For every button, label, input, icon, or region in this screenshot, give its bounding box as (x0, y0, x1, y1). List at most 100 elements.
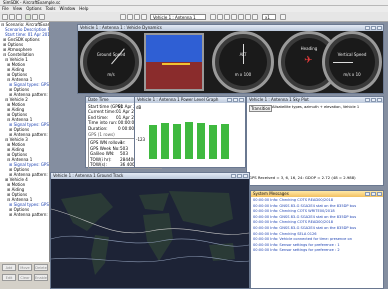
menu-item-window[interactable]: Window (58, 6, 78, 11)
needle (243, 44, 244, 64)
power-icon[interactable] (245, 14, 251, 20)
continent-europe (139, 193, 169, 211)
edit-button[interactable]: Edit (2, 274, 16, 281)
continent-north-america (61, 193, 113, 231)
pointer-icon[interactable] (120, 14, 126, 20)
enable-button[interactable]: Enable (34, 274, 48, 281)
move-button[interactable]: Move (18, 264, 32, 271)
power-bar (185, 122, 193, 159)
ground-track-window[interactable]: Vehicle 1 : Antenna 1 Ground Track (50, 172, 250, 289)
maximize-icon[interactable] (371, 192, 376, 196)
zoom-in-icon[interactable] (127, 14, 133, 20)
minimize-icon[interactable] (227, 98, 232, 102)
maximize-icon[interactable] (371, 26, 376, 30)
window-titlebar[interactable]: Vehicle 1 : Antenna 1 Power Level Graph (135, 97, 245, 103)
row-label: Duration: (88, 125, 108, 131)
run-icon[interactable] (25, 14, 31, 20)
horizon-marker (162, 63, 190, 65)
power-bar (221, 124, 229, 159)
message-line: 00:00:00 Info: Sensor settings for prefe… (253, 248, 340, 253)
transition-button[interactable]: Transition (249, 105, 273, 112)
maximize-icon[interactable] (371, 98, 376, 102)
maximize-icon[interactable] (237, 174, 242, 178)
y-tick-label: -123 (136, 137, 146, 142)
help-icon[interactable] (280, 14, 286, 20)
power-bar (209, 125, 217, 159)
window-title: Vehicle 1 : Antenna 1 : Vehicle Dynamics (80, 25, 162, 30)
window-title: System Messages (253, 191, 289, 196)
tree-button-panel: Add Move Delete Edit Clear Enable (0, 262, 50, 289)
messages-list[interactable]: 00:00:00 Info: Checking COTS READ00/2018… (251, 197, 383, 255)
sky-icon[interactable] (238, 14, 244, 20)
toolbar: Vehicle 1 : Antenna 1 x1 (0, 12, 388, 22)
close-icon[interactable] (377, 98, 382, 102)
vehicle-select[interactable]: Vehicle 1 : Antenna 1 (150, 14, 206, 20)
menu-item-options[interactable]: Options (24, 6, 43, 11)
close-icon[interactable] (377, 192, 382, 196)
maximize-icon[interactable] (233, 98, 238, 102)
zoom-out-icon[interactable] (134, 14, 140, 20)
zoom-select[interactable]: x1 (262, 14, 276, 20)
pause-icon[interactable] (32, 14, 38, 20)
sky-plot-description: Allsatellite types, azimuth + elevation,… (272, 105, 360, 109)
save-icon[interactable] (16, 14, 22, 20)
add-button[interactable]: Add (2, 264, 16, 271)
needle (333, 62, 353, 63)
window-title: Vehicle 1 : Antenna 1 Sky Plot (249, 97, 309, 102)
window-title: Date Time (88, 97, 109, 102)
ground-speed-gauge: Ground Speed m/s (80, 31, 142, 93)
gauge-unit: m/s (107, 72, 115, 77)
close-icon[interactable] (377, 26, 382, 30)
window-title: Vehicle 1 : Antenna 1 Ground Track (53, 173, 124, 178)
delete-button[interactable]: Delete (34, 264, 48, 271)
sky-plot-status: GPS Received = 3, 6, 16, 24: GDOP = 2.72… (249, 175, 356, 180)
minimize-icon[interactable] (231, 174, 236, 178)
altitude-gauge: ALT m x 100 (212, 31, 274, 93)
open-icon[interactable] (9, 14, 15, 20)
vehicle-dynamics-window[interactable]: Vehicle 1 : Antenna 1 : Vehicle Dynamics… (77, 24, 384, 94)
stop-icon[interactable] (39, 14, 45, 20)
power-level-window[interactable]: Vehicle 1 : Antenna 1 Power Level Graph … (134, 96, 246, 168)
view-icon[interactable] (210, 14, 216, 20)
gauge-label: Vertical Speed (337, 52, 367, 57)
power-bar (197, 123, 205, 159)
tree-item[interactable]: ⊞ Antenna pattern: Omni (0, 212, 49, 217)
pan-icon[interactable] (141, 14, 147, 20)
minimize-icon[interactable] (365, 192, 370, 196)
minimize-icon[interactable] (365, 98, 370, 102)
world-map[interactable] (51, 179, 249, 288)
chart-icon[interactable] (224, 14, 230, 20)
menu-item-tools[interactable]: Tools (44, 6, 58, 11)
continent-asia (169, 191, 233, 227)
app-title: SimSDK - AircraftExample.sc (3, 0, 61, 5)
power-bars (149, 109, 241, 159)
menu-item-view[interactable]: View (11, 6, 25, 11)
window-titlebar[interactable]: System Messages (251, 191, 383, 197)
close-icon[interactable] (239, 98, 244, 102)
gauge-unit: m/s x 10 (343, 72, 361, 77)
window-titlebar[interactable]: Vehicle 1 : Antenna 1 Sky Plot (247, 97, 383, 103)
system-messages-window[interactable]: System Messages 00:00:00 Info: Checking … (250, 190, 384, 289)
sky-area (146, 35, 202, 62)
power-bar (173, 124, 181, 159)
ground-area (146, 62, 202, 89)
scenario-tree[interactable]: ⊟ Scenario: AircraftExample.scScenario D… (0, 22, 50, 262)
map-icon[interactable] (231, 14, 237, 20)
sky-plot-window[interactable]: Vehicle 1 : Antenna 1 Sky Plot Transitio… (246, 96, 384, 186)
menu-item-file[interactable]: File (0, 6, 11, 11)
row-value: 36 400 (120, 162, 135, 168)
gauge-unit: m x 100 (234, 72, 252, 77)
menu-item-help[interactable]: Help (77, 6, 90, 11)
window-title: Vehicle 1 : Antenna 1 Power Level Graph (137, 97, 219, 102)
close-icon[interactable] (243, 174, 248, 178)
clear-button[interactable]: Clear (18, 274, 32, 281)
continent-africa (143, 213, 173, 261)
row-label: TOW(s): (90, 162, 107, 168)
minimize-icon[interactable] (365, 26, 370, 30)
messages-icon[interactable] (252, 14, 258, 20)
y-axis-label: dB (136, 105, 142, 110)
continent-south-america (91, 235, 109, 275)
airplane-icon: ✈ (304, 55, 313, 66)
new-icon[interactable] (2, 14, 8, 20)
grid-icon[interactable] (217, 14, 223, 20)
